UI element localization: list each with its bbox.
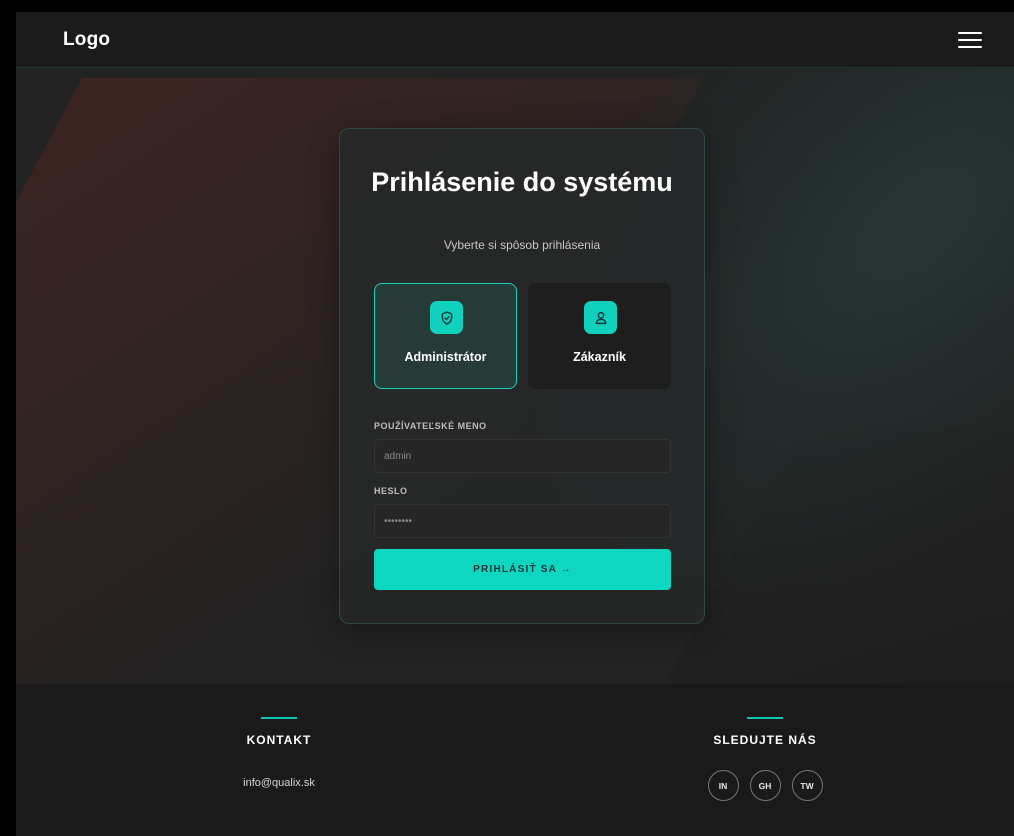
- contact-email-link[interactable]: info@qualix.sk: [159, 777, 399, 789]
- role-label-customer: Zákazník: [573, 350, 626, 364]
- username-label: POUŽÍVATEĽSKÉ MENO: [374, 421, 487, 431]
- top-navbar: Logo: [16, 12, 1014, 68]
- social-link-tw[interactable]: TW: [791, 770, 823, 801]
- role-option-administrator[interactable]: Administrátor: [374, 283, 517, 389]
- footer-social-heading: SLEDUJTE NÁS: [713, 733, 817, 747]
- password-label: HESLO: [374, 486, 408, 496]
- username-input[interactable]: [374, 439, 671, 473]
- app-frame: Logo Prihlásenie do systému Vyberte si s…: [16, 12, 1014, 836]
- social-links: IN GH TW: [645, 770, 885, 801]
- footer-social: SLEDUJTE NÁS IN GH TW: [645, 684, 885, 801]
- hero-section: Prihlásenie do systému Vyberte si spôsob…: [16, 68, 1014, 684]
- social-link-in[interactable]: IN: [707, 770, 739, 801]
- login-submit-button[interactable]: PRIHLÁSIŤ SA →: [374, 549, 671, 590]
- login-subtitle: Vyberte si spôsob prihlásenia: [443, 238, 601, 252]
- hamburger-menu-icon[interactable]: [958, 30, 982, 50]
- footer-contact: KONTAKT info@qualix.sk: [159, 684, 399, 789]
- hamburger-line: [958, 38, 982, 41]
- user-icon: [584, 301, 617, 334]
- footer-accent-bar: [747, 717, 783, 719]
- hamburger-line: [958, 45, 982, 48]
- login-card: Prihlásenie do systému Vyberte si spôsob…: [339, 128, 705, 624]
- footer-accent-bar: [261, 717, 297, 719]
- social-link-gh[interactable]: GH: [749, 770, 781, 801]
- role-option-customer[interactable]: Zákazník: [528, 283, 671, 389]
- hamburger-line: [958, 31, 982, 34]
- role-label-administrator: Administrátor: [404, 350, 487, 364]
- shield-icon: [430, 301, 463, 334]
- footer: KONTAKT info@qualix.sk SLEDUJTE NÁS IN G…: [16, 684, 1014, 836]
- logo[interactable]: Logo: [63, 29, 110, 51]
- password-input[interactable]: [374, 504, 671, 538]
- login-title: Prihlásenie do systému: [371, 167, 673, 197]
- footer-contact-heading: KONTAKT: [246, 733, 312, 747]
